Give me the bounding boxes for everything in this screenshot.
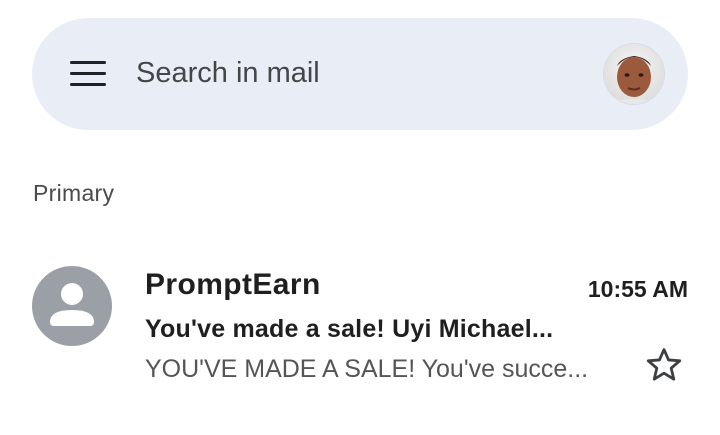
star-outline-icon[interactable] bbox=[643, 344, 685, 386]
email-subject: You've made a sale! Uyi Michael... bbox=[145, 315, 554, 343]
email-sender: PromptEarn bbox=[145, 268, 321, 301]
email-time: 10:55 AM bbox=[587, 276, 688, 302]
email-list-item[interactable]: PromptEarn 10:55 AM You've made a sale! … bbox=[0, 240, 720, 400]
search-input[interactable] bbox=[136, 50, 556, 96]
sender-avatar bbox=[32, 266, 112, 346]
person-icon bbox=[50, 283, 94, 326]
email-snippet: YOU'VE MADE A SALE! You've succe... bbox=[145, 355, 589, 383]
hamburger-menu-icon[interactable] bbox=[70, 61, 106, 87]
profile-avatar[interactable] bbox=[604, 44, 664, 104]
section-label-primary: Primary bbox=[33, 180, 115, 206]
